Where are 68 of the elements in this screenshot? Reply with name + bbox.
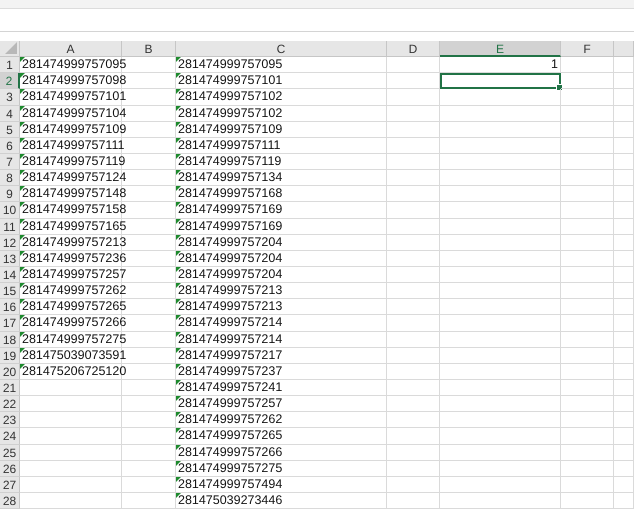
table-cell[interactable]: 281474999757111	[176, 138, 387, 154]
table-cell[interactable]: 281474999757169	[176, 218, 387, 235]
table-cell[interactable]: 281474999757169	[176, 202, 387, 219]
row-header[interactable]: 4	[0, 106, 20, 122]
table-cell[interactable]: 281474999757119	[176, 154, 387, 170]
table-cell[interactable]	[440, 73, 561, 90]
row-header[interactable]: 19	[0, 348, 20, 364]
table-cell[interactable]: 281474999757204	[176, 234, 387, 251]
row-header[interactable]: 27	[0, 476, 20, 493]
fill-handle[interactable]	[556, 84, 563, 92]
select-all-corner[interactable]	[0, 41, 20, 58]
table-cell[interactable]: 281474999757102	[176, 89, 387, 106]
table-cell[interactable]: 281474999757095	[176, 57, 387, 74]
table-cell[interactable]: 281474999757214	[176, 315, 387, 332]
row-header[interactable]: 25	[0, 444, 20, 461]
row-header[interactable]: 2	[0, 73, 20, 90]
table-cell[interactable]: 281474999757237	[176, 364, 387, 380]
column-header[interactable]: C	[176, 41, 387, 58]
row-header[interactable]: 5	[0, 122, 20, 138]
table-cell[interactable]: 281474999757214	[176, 332, 387, 348]
table-cell[interactable]: 281474999757134	[176, 170, 387, 186]
column-header[interactable]: D	[387, 41, 440, 58]
row-header[interactable]: 21	[0, 380, 20, 396]
table-cell[interactable]: 281474999757102	[176, 106, 387, 122]
row-header[interactable]: 18	[0, 332, 20, 348]
row-header[interactable]: 14	[0, 266, 20, 284]
table-cell[interactable]: 281474999757217	[176, 348, 387, 364]
table-cell[interactable]: 281475039273446	[176, 492, 387, 510]
table-cell[interactable]: 281474999757111	[20, 138, 122, 154]
row-header[interactable]: 28	[0, 492, 20, 510]
row-header[interactable]: 13	[0, 250, 20, 267]
row-header[interactable]: 1	[0, 57, 20, 74]
table-cell[interactable]: 281474999757265	[176, 428, 387, 445]
row-header[interactable]: 17	[0, 315, 20, 332]
row-header[interactable]: 10	[0, 202, 20, 219]
row-header[interactable]: 12	[0, 234, 20, 251]
table-cell[interactable]: 1	[440, 57, 561, 74]
column-header[interactable]: E	[440, 41, 561, 58]
column-header[interactable]: F	[561, 41, 614, 58]
row-header[interactable]: 3	[0, 89, 20, 106]
row-header[interactable]: 23	[0, 412, 20, 428]
row-header[interactable]: 15	[0, 283, 20, 300]
row-header[interactable]: 26	[0, 460, 20, 477]
column-header[interactable]: B	[122, 41, 176, 58]
row-header[interactable]: 7	[0, 154, 20, 170]
table-cell[interactable]: 281474999757168	[176, 186, 387, 202]
table-cell[interactable]: 281474999757109	[176, 122, 387, 138]
table-cell[interactable]: 281474999757494	[176, 476, 387, 493]
row-header[interactable]: 22	[0, 396, 20, 412]
table-cell[interactable]: 281474999757101	[176, 73, 387, 90]
table-cell[interactable]: 281474999757266	[176, 444, 387, 461]
table-cell[interactable]: 281474999757257	[176, 396, 387, 412]
column-header[interactable]: A	[20, 41, 122, 58]
row-header[interactable]: 8	[0, 170, 20, 186]
row-header[interactable]: 9	[0, 186, 20, 202]
column-header[interactable]	[614, 41, 634, 58]
table-cell[interactable]: 281474999757204	[176, 266, 387, 284]
row-header[interactable]: 6	[0, 138, 20, 154]
table-cell[interactable]: 281474999757213	[176, 283, 387, 300]
row-header[interactable]: 24	[0, 428, 20, 445]
table-cell[interactable]: 281474999757213	[176, 299, 387, 316]
table-cell[interactable]: 281474999757204	[176, 250, 387, 267]
table-cell[interactable]: 281474999757275	[176, 460, 387, 477]
table-cell[interactable]: 281474999757241	[176, 380, 387, 396]
row-header[interactable]: 20	[0, 364, 20, 380]
table-cell[interactable]: 281474999757262	[176, 412, 387, 428]
row-header[interactable]: 16	[0, 299, 20, 316]
row-header[interactable]: 11	[0, 218, 20, 235]
